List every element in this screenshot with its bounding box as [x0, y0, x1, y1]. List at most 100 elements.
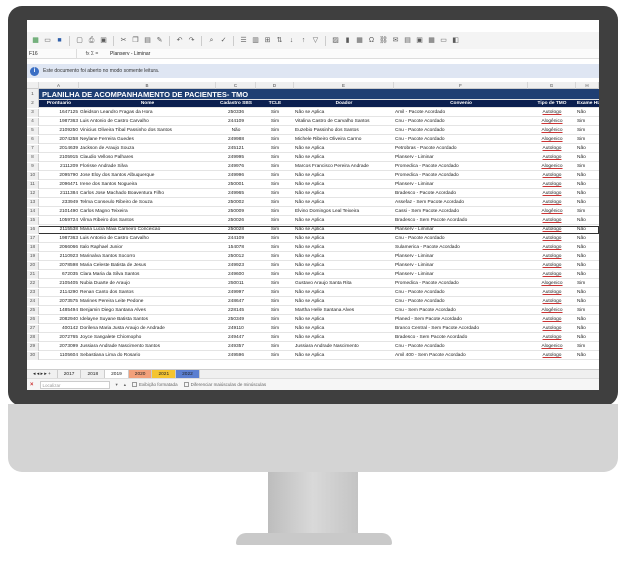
- row-number[interactable]: 26: [27, 316, 39, 324]
- table-row[interactable]: 26 2082940 Idelayne Suyane Batista Santos 2…: [27, 316, 599, 324]
- define-print-area-icon[interactable]: ▣: [415, 36, 424, 45]
- table-cell[interactable]: Sim: [256, 199, 294, 207]
- table-row[interactable]: 17 1987363 Luis Antonio de Castro Carvalho…: [27, 235, 599, 243]
- table-cell[interactable]: Sim: [256, 298, 294, 306]
- table-cell[interactable]: Jussiara Andrade Nascimento Santos: [79, 343, 216, 351]
- table-cell[interactable]: Planserv - Liminar: [394, 181, 528, 189]
- table-cell[interactable]: Planed - Sem Pacote Acordado: [394, 316, 528, 324]
- row-number[interactable]: 8: [27, 154, 39, 162]
- table-cell[interactable]: Marines Pereira Leite Pedone: [79, 298, 216, 306]
- table-cell[interactable]: 244109: [216, 235, 256, 243]
- column-header[interactable]: G: [528, 82, 576, 89]
- table-cell[interactable]: Autologo: [528, 235, 576, 243]
- row-number[interactable]: 2: [27, 100, 39, 108]
- function-wizard-icon[interactable]: fx Σ =: [77, 51, 107, 57]
- table-cell[interactable]: Sim: [576, 307, 599, 315]
- row-number[interactable]: 3: [27, 109, 39, 117]
- table-cell[interactable]: 2073099: [39, 343, 79, 351]
- table-row[interactable]: 13 233949 Telma Conseulo Ribeiro de Souza 2…: [27, 199, 599, 207]
- table-header-cell[interactable]: Prontuario: [39, 100, 79, 108]
- table-cell[interactable]: Sim: [256, 145, 294, 153]
- table-cell[interactable]: 250012: [216, 253, 256, 261]
- table-cell[interactable]: Não se Aplica: [294, 199, 394, 207]
- table-cell[interactable]: Irene dos Santos Nogueira: [79, 181, 216, 189]
- table-cell[interactable]: Planserv - Liminar: [394, 271, 528, 279]
- close-find-icon[interactable]: ×: [30, 382, 34, 388]
- table-cell[interactable]: 250336: [216, 109, 256, 117]
- split-window-icon[interactable]: ▭: [439, 36, 448, 45]
- table-cell[interactable]: Benjamin Diego Santana Alves: [79, 307, 216, 315]
- table-cell[interactable]: Sim: [256, 235, 294, 243]
- table-cell[interactable]: Promedica - Pacote Acordado: [394, 163, 528, 171]
- table-cell[interactable]: 250028: [216, 226, 256, 234]
- table-cell[interactable]: Não: [576, 271, 599, 279]
- table-cell[interactable]: Alogenico: [528, 136, 576, 144]
- row-number[interactable]: 6: [27, 136, 39, 144]
- print-preview-icon[interactable]: ▣: [99, 36, 108, 45]
- table-cell[interactable]: 250026: [216, 217, 256, 225]
- undo-icon[interactable]: ↶: [175, 36, 184, 45]
- table-cell[interactable]: 249997: [216, 289, 256, 297]
- table-header-cell[interactable]: Doador: [294, 100, 394, 108]
- table-cell[interactable]: 249995: [216, 154, 256, 162]
- table-cell[interactable]: 2115538: [39, 226, 79, 234]
- hyperlink-icon[interactable]: ⛓: [379, 36, 388, 45]
- table-cell[interactable]: 245121: [216, 145, 256, 153]
- column-header[interactable]: C: [216, 82, 256, 89]
- table-cell[interactable]: Alogenico: [528, 280, 576, 288]
- table-row[interactable]: 11 2096471 Irene dos Santos Nogueira 250001…: [27, 181, 599, 189]
- table-cell[interactable]: 250009: [216, 208, 256, 216]
- table-cell[interactable]: 2082940: [39, 316, 79, 324]
- table-cell[interactable]: Cassi - Sem Pacote Acordado: [394, 208, 528, 216]
- row-number[interactable]: 13: [27, 199, 39, 207]
- comment-icon[interactable]: ✉: [391, 36, 400, 45]
- table-cell[interactable]: Não se Aplica: [294, 145, 394, 153]
- table-cell[interactable]: Sim: [256, 343, 294, 351]
- row-number[interactable]: 18: [27, 244, 39, 252]
- table-cell[interactable]: Não se Aplica: [294, 262, 394, 270]
- sort-ascending-icon[interactable]: ↓: [287, 36, 296, 45]
- table-cell[interactable]: Nubia Duarte de Araujo: [79, 280, 216, 288]
- table-cell[interactable]: Sim: [256, 109, 294, 117]
- table-cell[interactable]: Sim: [576, 208, 599, 216]
- table-cell[interactable]: Autologo: [528, 289, 576, 297]
- table-header-cell[interactable]: Exame HLA: [576, 100, 599, 108]
- table-cell[interactable]: 2109250: [39, 127, 79, 135]
- table-cell[interactable]: Petrobras - Pacote Acordado: [394, 145, 528, 153]
- find-replace-icon[interactable]: ⌕: [207, 36, 216, 45]
- table-cell[interactable]: 249447: [216, 334, 256, 342]
- table-cell[interactable]: Sim: [256, 118, 294, 126]
- table-cell[interactable]: Não se Aplica: [294, 253, 394, 261]
- table-cell[interactable]: Autologo: [528, 190, 576, 198]
- table-row[interactable]: 30 1105604 Sebastiana Lima do Rosario 24959…: [27, 352, 599, 360]
- table-cell[interactable]: Sim: [256, 244, 294, 252]
- row-number[interactable]: 4: [27, 118, 39, 126]
- table-cell[interactable]: Não: [576, 226, 599, 234]
- row-number[interactable]: 16: [27, 226, 39, 234]
- row-number[interactable]: 22: [27, 280, 39, 288]
- table-cell[interactable]: Luis Antonio de Castro Carvalho: [79, 235, 216, 243]
- table-cell[interactable]: Autologo: [528, 145, 576, 153]
- row-number[interactable]: 30: [27, 352, 39, 360]
- table-cell[interactable]: Sim: [576, 127, 599, 135]
- table-row[interactable]: 16 2115538 Maria Lucia Maia Carneiro Conce…: [27, 226, 599, 234]
- table-cell[interactable]: Não: [576, 190, 599, 198]
- cut-icon[interactable]: ✂: [119, 36, 128, 45]
- table-cell[interactable]: 228145: [216, 307, 256, 315]
- table-cell[interactable]: Sim: [256, 334, 294, 342]
- table-cell[interactable]: Não: [576, 244, 599, 252]
- table-row[interactable]: 14 2101490 Carlos Magno Teixeira 250009 Sim E…: [27, 208, 599, 216]
- table-cell[interactable]: 250349: [216, 316, 256, 324]
- table-cell[interactable]: Não se Aplica: [294, 244, 394, 252]
- table-cell[interactable]: Não se Aplica: [294, 352, 394, 360]
- table-row[interactable]: 21 672035 Clara Maria da Silva Santos 24960…: [27, 271, 599, 279]
- redo-icon[interactable]: ↷: [187, 36, 196, 45]
- table-cell[interactable]: Sim: [256, 181, 294, 189]
- table-cell[interactable]: Vitalina Castro de Carvalho Santos: [294, 118, 394, 126]
- table-cell[interactable]: 250001: [216, 181, 256, 189]
- table-cell[interactable]: Não: [576, 298, 599, 306]
- table-cell[interactable]: 249923: [216, 262, 256, 270]
- table-cell[interactable]: Claudio Velloso Palhares: [79, 154, 216, 162]
- insert-row-icon[interactable]: ⊞: [263, 36, 272, 45]
- table-cell[interactable]: Sim: [256, 136, 294, 144]
